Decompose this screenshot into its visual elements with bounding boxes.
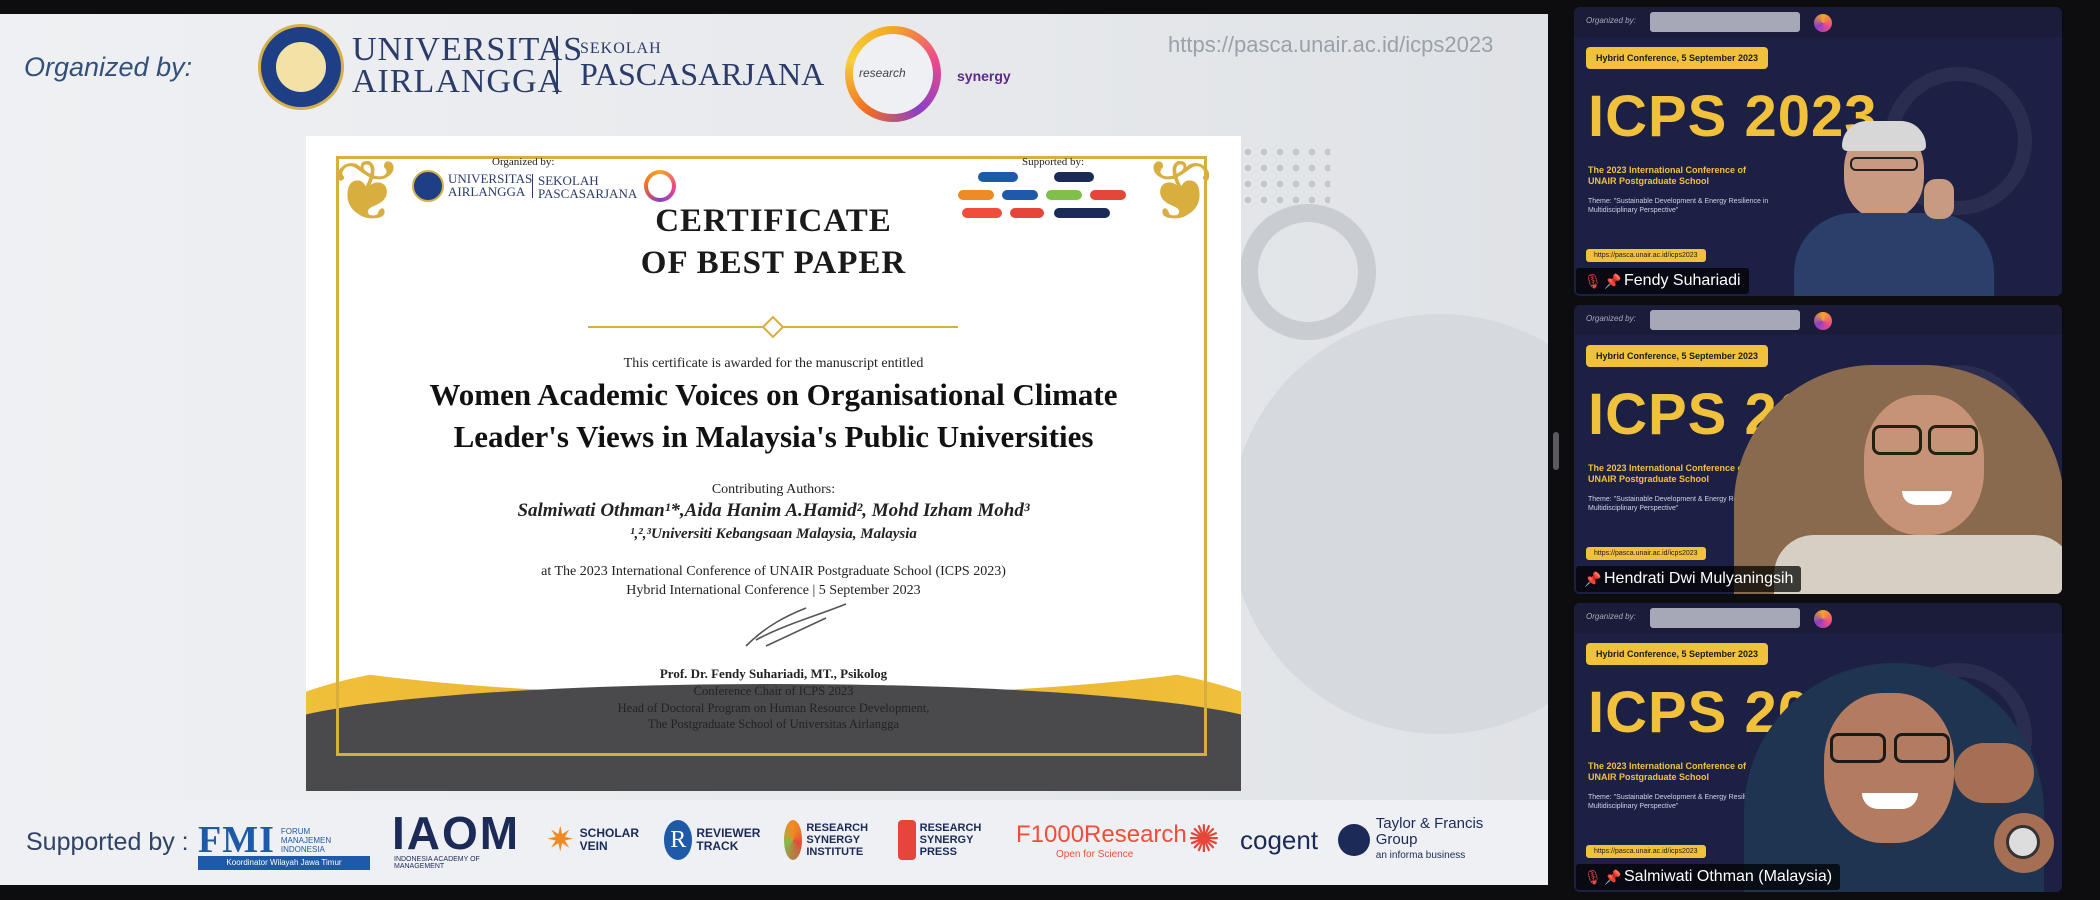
mic-muted-icon[interactable]: 🎙 [1584, 869, 1602, 885]
reviewer-r-icon: R [664, 820, 693, 860]
mini-school-name: SEKOLAH PASCASARJANA [538, 173, 638, 201]
signature-icon [745, 603, 847, 647]
book-icon [898, 820, 916, 860]
pin-icon[interactable]: 📌 [1604, 273, 1621, 289]
resize-handle[interactable] [1553, 432, 1559, 470]
conference-url: https://pasca.unair.ac.id/icps2023 [1168, 32, 1494, 57]
manuscript-title: Women Academic Voices on Organisational … [429, 377, 1118, 454]
research-synergy-logo: research synergy [845, 26, 1011, 122]
pin-icon[interactable]: 📌 [1584, 571, 1601, 587]
logo-separator [556, 36, 558, 94]
event-details: at The 2023 International Conference of … [541, 564, 1006, 598]
taylor-francis-logo: Taylor & Francis Group an informa busines… [1338, 808, 1528, 872]
decoration-ring [1240, 204, 1376, 340]
participant-video [1734, 345, 2062, 594]
certificate-supported-by: Supported by: [1022, 156, 1085, 168]
participant-tile[interactable]: Organized by: Hybrid Conference, 5 Septe… [1574, 603, 2062, 892]
supported-by-label: Supported by : [26, 828, 189, 856]
participant-name: Salmiwati Othman (Malaysia) [1624, 868, 1833, 885]
shared-screen: Organized by: UNIVERSITAS AIRLANGGA SEKO… [0, 14, 1548, 885]
pin-icon[interactable]: 📌 [1604, 869, 1621, 885]
research-synergy-institute-logo: RESEARCH SYNERGY INSTITUTE [784, 808, 888, 872]
mini-university-name: UNIVERSITAS AIRLANGGA [448, 171, 533, 199]
awarded-text: This certificate is awarded for the manu… [623, 356, 924, 371]
certificate-title: CERTIFICATE OF BEST PAPER [640, 203, 907, 281]
scholar-vein-logo: ✷ SCHOLAR VEIN [546, 821, 640, 859]
signer-roles: Conference Chair of ICPS 2023 Head of Do… [617, 684, 930, 731]
contributing-authors-label: Contributing Authors: [711, 482, 836, 497]
lamp-icon [1338, 824, 1370, 856]
certificate-organizer-logos: UNIVERSITAS AIRLANGGA SEKOLAH PASCASARJA… [412, 170, 712, 204]
research-synergy-press-logo: RESEARCH SYNERGY PRESS [898, 808, 1002, 872]
mic-muted-icon[interactable]: 🎙 [1584, 273, 1602, 289]
affiliation: ¹,²,³Universiti Kebangsaan Malaysia, Mal… [630, 526, 917, 542]
molecule-icon: ✺ [1188, 819, 1220, 861]
participant-nameplate: 🎙 📌 Fendy Suhariadi [1576, 268, 1749, 294]
participant-name: Fendy Suhariadi [1624, 272, 1741, 289]
fmi-logo: FMI FORUM MANAJEMEN INDONESIA Koordinato… [198, 808, 370, 872]
airlangga-seal-icon [412, 170, 444, 202]
university-name: UNIVERSITAS AIRLANGGA [352, 31, 584, 100]
panel-divider [1548, 0, 1574, 900]
f1000research-logo: F1000Research Open for Science [1016, 820, 1187, 860]
participant-nameplate: 🎙 📌 Salmiwati Othman (Malaysia) [1576, 864, 1841, 890]
research-synergy-icon [644, 170, 676, 202]
participant-tile[interactable]: Organized by: Hybrid Conference, 5 Septe… [1574, 7, 2062, 296]
signer-name: Prof. Dr. Fendy Suhariadi, MT., Psikolog [659, 666, 888, 681]
star-icon: ✷ [546, 821, 575, 859]
participant-tile[interactable]: Organized by: Hybrid Conference, 5 Septe… [1574, 305, 2062, 594]
participant-name: Hendrati Dwi Mulyaningsih [1604, 570, 1794, 587]
certificate-organized-by: Organized by: [492, 156, 555, 168]
rsi-icon [784, 820, 803, 860]
reviewer-track-logo: R REVIEWER TRACK [664, 808, 774, 872]
organized-by-label: Organized by: [24, 52, 193, 82]
slide-header: Organized by: UNIVERSITAS AIRLANGGA SEKO… [0, 14, 1548, 136]
certificate: ❦ ❦ Organized by: UNIVERSITAS AIRLANGGA … [306, 136, 1241, 791]
school-name: SEKOLAH PASCASARJANA [580, 40, 825, 92]
iaom-logo: IAOM INDONESIA ACADEMY OF MANAGEMENT [391, 807, 521, 870]
supporters-bar: Supported by : FMI FORUM MANAJEMEN INDON… [0, 800, 1548, 885]
participant-video [1744, 653, 2062, 892]
participant-nameplate: 📌 Hendrati Dwi Mulyaningsih [1576, 566, 1802, 592]
airlangga-seal-icon [258, 24, 344, 110]
participant-video [1784, 117, 1994, 296]
decoration-dots [1240, 144, 1330, 204]
authors: Salmiwati Othman¹*,Aida Hanim A.Hamid², … [517, 500, 1030, 521]
cogent-logo: ✺ cogent [1188, 819, 1319, 861]
